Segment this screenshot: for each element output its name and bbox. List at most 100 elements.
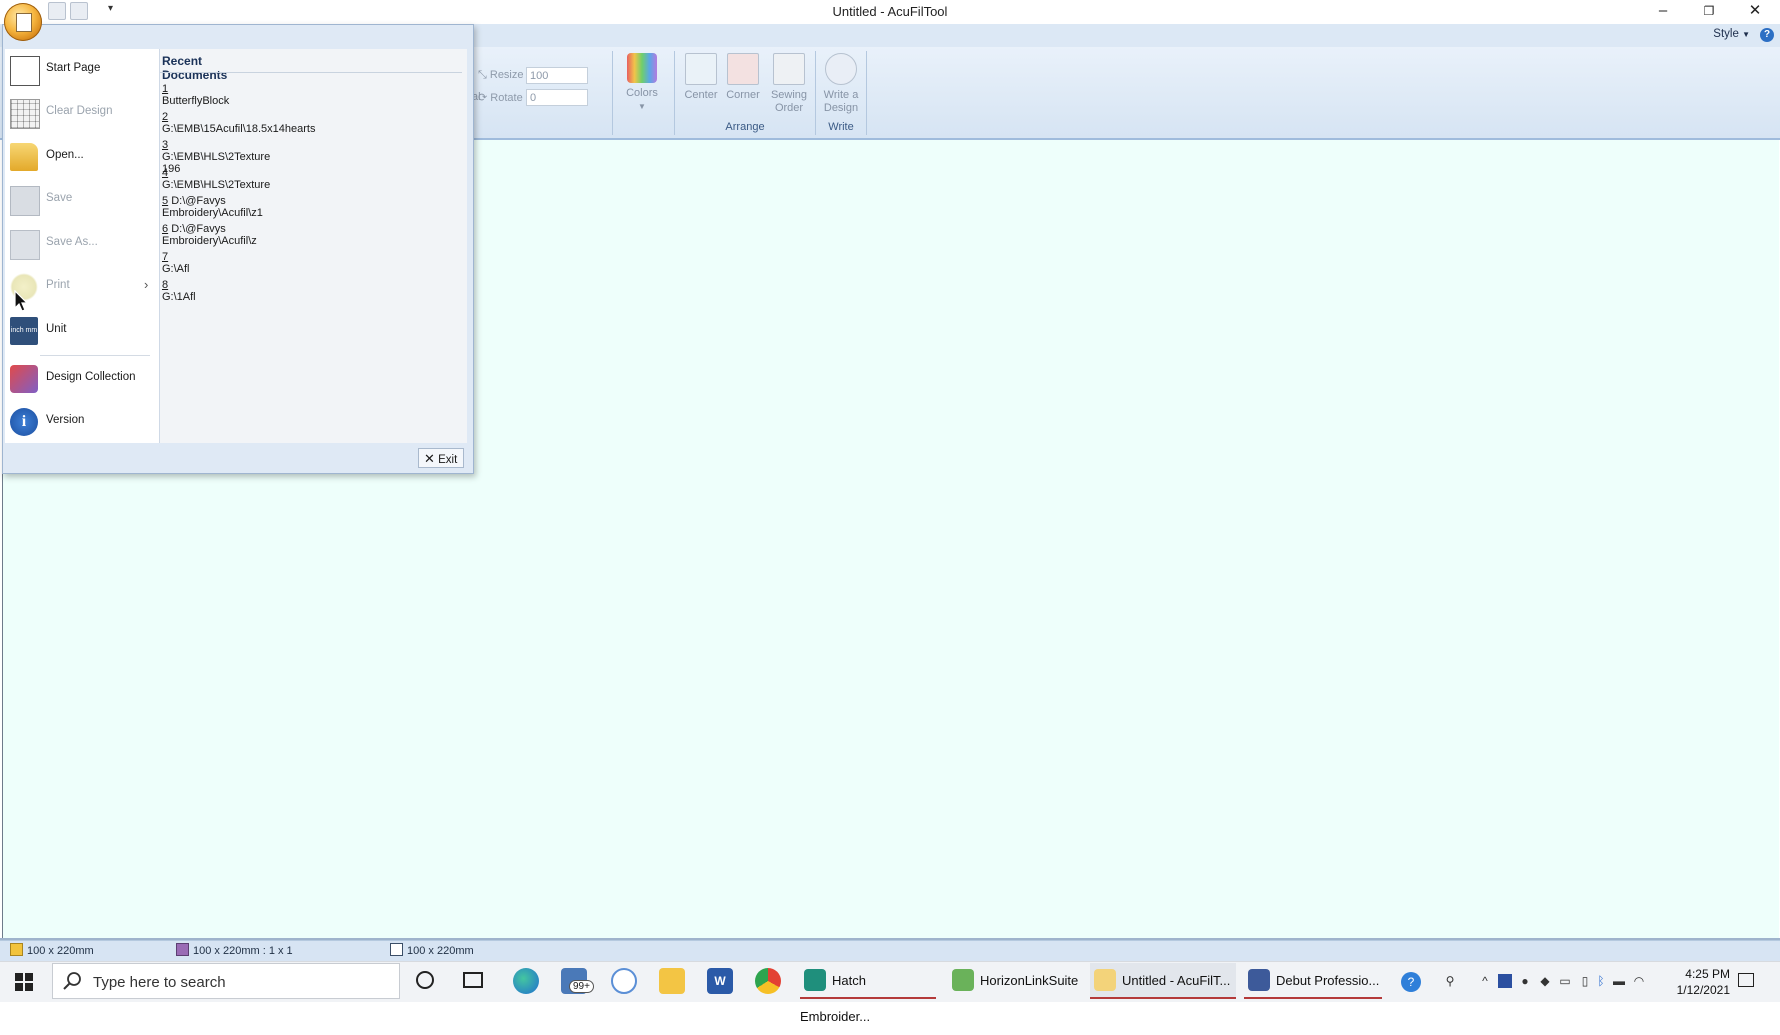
- taskbar-app-acufil[interactable]: Untitled - AcuFilT...: [1090, 963, 1236, 999]
- resize-row: ⤡ Resize: [478, 69, 524, 82]
- style-label: Style: [1713, 28, 1739, 40]
- recent-path: G:\EMB\15Acufil\18.5x14hearts: [162, 123, 316, 135]
- application-button[interactable]: [4, 3, 42, 41]
- chrome-icon[interactable]: [755, 968, 781, 994]
- folder-open-icon: [10, 143, 38, 171]
- recent-item[interactable]: 7 G:\Afl: [162, 251, 190, 275]
- taskbar-app-hatch[interactable]: Hatch Embroider...: [800, 963, 936, 1024]
- cortana-icon[interactable]: [416, 971, 434, 989]
- center-button[interactable]: Center: [679, 53, 723, 102]
- bluetooth-icon[interactable]: ᛒ: [1594, 974, 1608, 988]
- recent-num: 7: [162, 251, 169, 263]
- sewing-order-label-2: Order: [774, 102, 804, 114]
- chevron-down-icon: ▼: [638, 102, 646, 111]
- colors-label: Colors: [626, 87, 658, 99]
- recent-path: D:\@Favys Embroidery\Acufil\z1: [162, 195, 263, 219]
- menu-save[interactable]: Save: [6, 180, 152, 220]
- file-explorer-icon[interactable]: [659, 968, 685, 994]
- resize-input[interactable]: 100: [526, 67, 588, 84]
- menu-clear-design[interactable]: Clear Design: [6, 93, 152, 133]
- taskbar-clock[interactable]: 4:25 PM 1/12/2021: [1677, 966, 1730, 998]
- recent-num: 6: [162, 223, 169, 235]
- dropbox-icon[interactable]: ◆: [1538, 974, 1552, 988]
- recent-path: G:\1Afl: [162, 291, 196, 303]
- recent-item[interactable]: 6 D:\@Favys Embroidery\Acufil\z: [162, 223, 257, 247]
- write-design-button[interactable]: Write a Design: [819, 53, 863, 115]
- app-underline: [1090, 997, 1236, 999]
- colors-button[interactable]: Colors ▼: [620, 53, 664, 113]
- help-tray-icon[interactable]: ?: [1401, 972, 1421, 992]
- recent-num: 3: [162, 139, 169, 151]
- group-label-arrange: Arrange: [725, 121, 765, 133]
- clock-time: 4:25 PM: [1685, 967, 1730, 981]
- edge-browser-icon[interactable]: [513, 968, 539, 994]
- help-icon[interactable]: ?: [1760, 28, 1774, 42]
- battery-icon[interactable]: ▭: [1558, 974, 1572, 988]
- device-icon[interactable]: ▯: [1578, 974, 1592, 988]
- search-icon: [63, 972, 81, 990]
- save-as-icon: [10, 230, 40, 260]
- acufil-icon: [1094, 969, 1116, 991]
- close-icon: ✕: [424, 451, 435, 466]
- grid-icon: [176, 943, 189, 956]
- recent-item[interactable]: 8 G:\1Afl: [162, 279, 196, 303]
- recent-divider: [160, 72, 462, 73]
- wifi-icon[interactable]: ◠: [1632, 974, 1646, 988]
- start-page-icon: [10, 56, 40, 86]
- close-button[interactable]: ✕: [1732, 0, 1778, 24]
- window-title: Untitled - AcuFilTool: [832, 4, 948, 19]
- menu-save-as[interactable]: Save As...: [6, 224, 152, 264]
- taskbar-app-horizonlink[interactable]: HorizonLinkSuite: [948, 963, 1084, 999]
- unit-icon: inch mm: [10, 317, 38, 345]
- menu-design-collection[interactable]: Design Collection: [6, 359, 152, 399]
- menu-open-label: Open...: [46, 149, 84, 161]
- ribbon-group-size: al ⤡ Resize 100 ⟳ Rotate 0: [470, 51, 613, 135]
- style-menu[interactable]: Style ▼: [1713, 28, 1750, 40]
- restore-button[interactable]: ❐: [1686, 0, 1732, 24]
- recent-num: 4: [162, 167, 169, 179]
- recent-item[interactable]: 2 G:\EMB\15Acufil\18.5x14hearts: [162, 111, 315, 135]
- menu-unit[interactable]: inch mm Unit: [6, 311, 152, 351]
- quick-access-open-icon[interactable]: [70, 2, 88, 20]
- menu-start-page[interactable]: Start Page: [6, 50, 152, 90]
- app-icon[interactable]: [611, 968, 637, 994]
- resize-icon: ⤡: [478, 69, 487, 81]
- tray-app-icon[interactable]: [1498, 974, 1512, 988]
- recent-item[interactable]: 4 G:\EMB\HLS\2Texture: [162, 167, 270, 191]
- rotate-input[interactable]: 0: [526, 89, 588, 106]
- menu-unit-label: Unit: [46, 323, 67, 335]
- hatch-icon: [804, 969, 826, 991]
- windows-start-icon[interactable]: [15, 973, 33, 991]
- save-icon: [10, 186, 40, 216]
- horizonlink-icon: [952, 969, 974, 991]
- menu-save-as-label: Save As...: [46, 236, 98, 248]
- taskbar-app-label: Untitled - AcuFilT...: [1122, 973, 1231, 988]
- status-hoop-text: 100 x 220mm: [27, 945, 94, 957]
- quick-access-new-icon[interactable]: [48, 2, 66, 20]
- minimize-button[interactable]: –: [1640, 0, 1686, 24]
- document-icon: [16, 13, 32, 32]
- exit-button[interactable]: ✕ Exit: [418, 448, 464, 468]
- recent-num: 2: [162, 111, 169, 123]
- menu-version[interactable]: i Version: [6, 402, 152, 442]
- microphone-icon[interactable]: ●: [1518, 974, 1532, 988]
- menu-open[interactable]: Open...: [6, 137, 152, 177]
- taskbar-app-debut[interactable]: Debut Professio...: [1244, 963, 1382, 999]
- taskbar-app-label: HorizonLinkSuite: [980, 973, 1079, 988]
- corner-button[interactable]: Corner: [721, 53, 765, 102]
- people-icon[interactable]: ⚲: [1443, 974, 1457, 988]
- task-view-icon[interactable]: [463, 972, 483, 988]
- status-grid-text: 100 x 220mm : 1 x 1: [193, 945, 293, 957]
- recent-item[interactable]: 5 D:\@Favys Embroidery\Acufil\z1: [162, 195, 263, 219]
- status-design-text: 100 x 220mm: [407, 945, 474, 957]
- notifications-icon[interactable]: [1738, 973, 1754, 987]
- recent-item[interactable]: 1 ButterflyBlock: [162, 83, 229, 107]
- menu-separator: [40, 355, 150, 356]
- quick-access-dropdown-icon[interactable]: ▾: [108, 3, 113, 14]
- rotate-label: Rotate: [490, 92, 523, 104]
- network-icon[interactable]: ▬: [1612, 974, 1626, 988]
- chevron-up-icon[interactable]: ^: [1478, 974, 1492, 988]
- sewing-order-button[interactable]: Sewing Order: [767, 53, 811, 115]
- center-icon: [685, 53, 717, 85]
- word-icon[interactable]: W: [707, 968, 733, 994]
